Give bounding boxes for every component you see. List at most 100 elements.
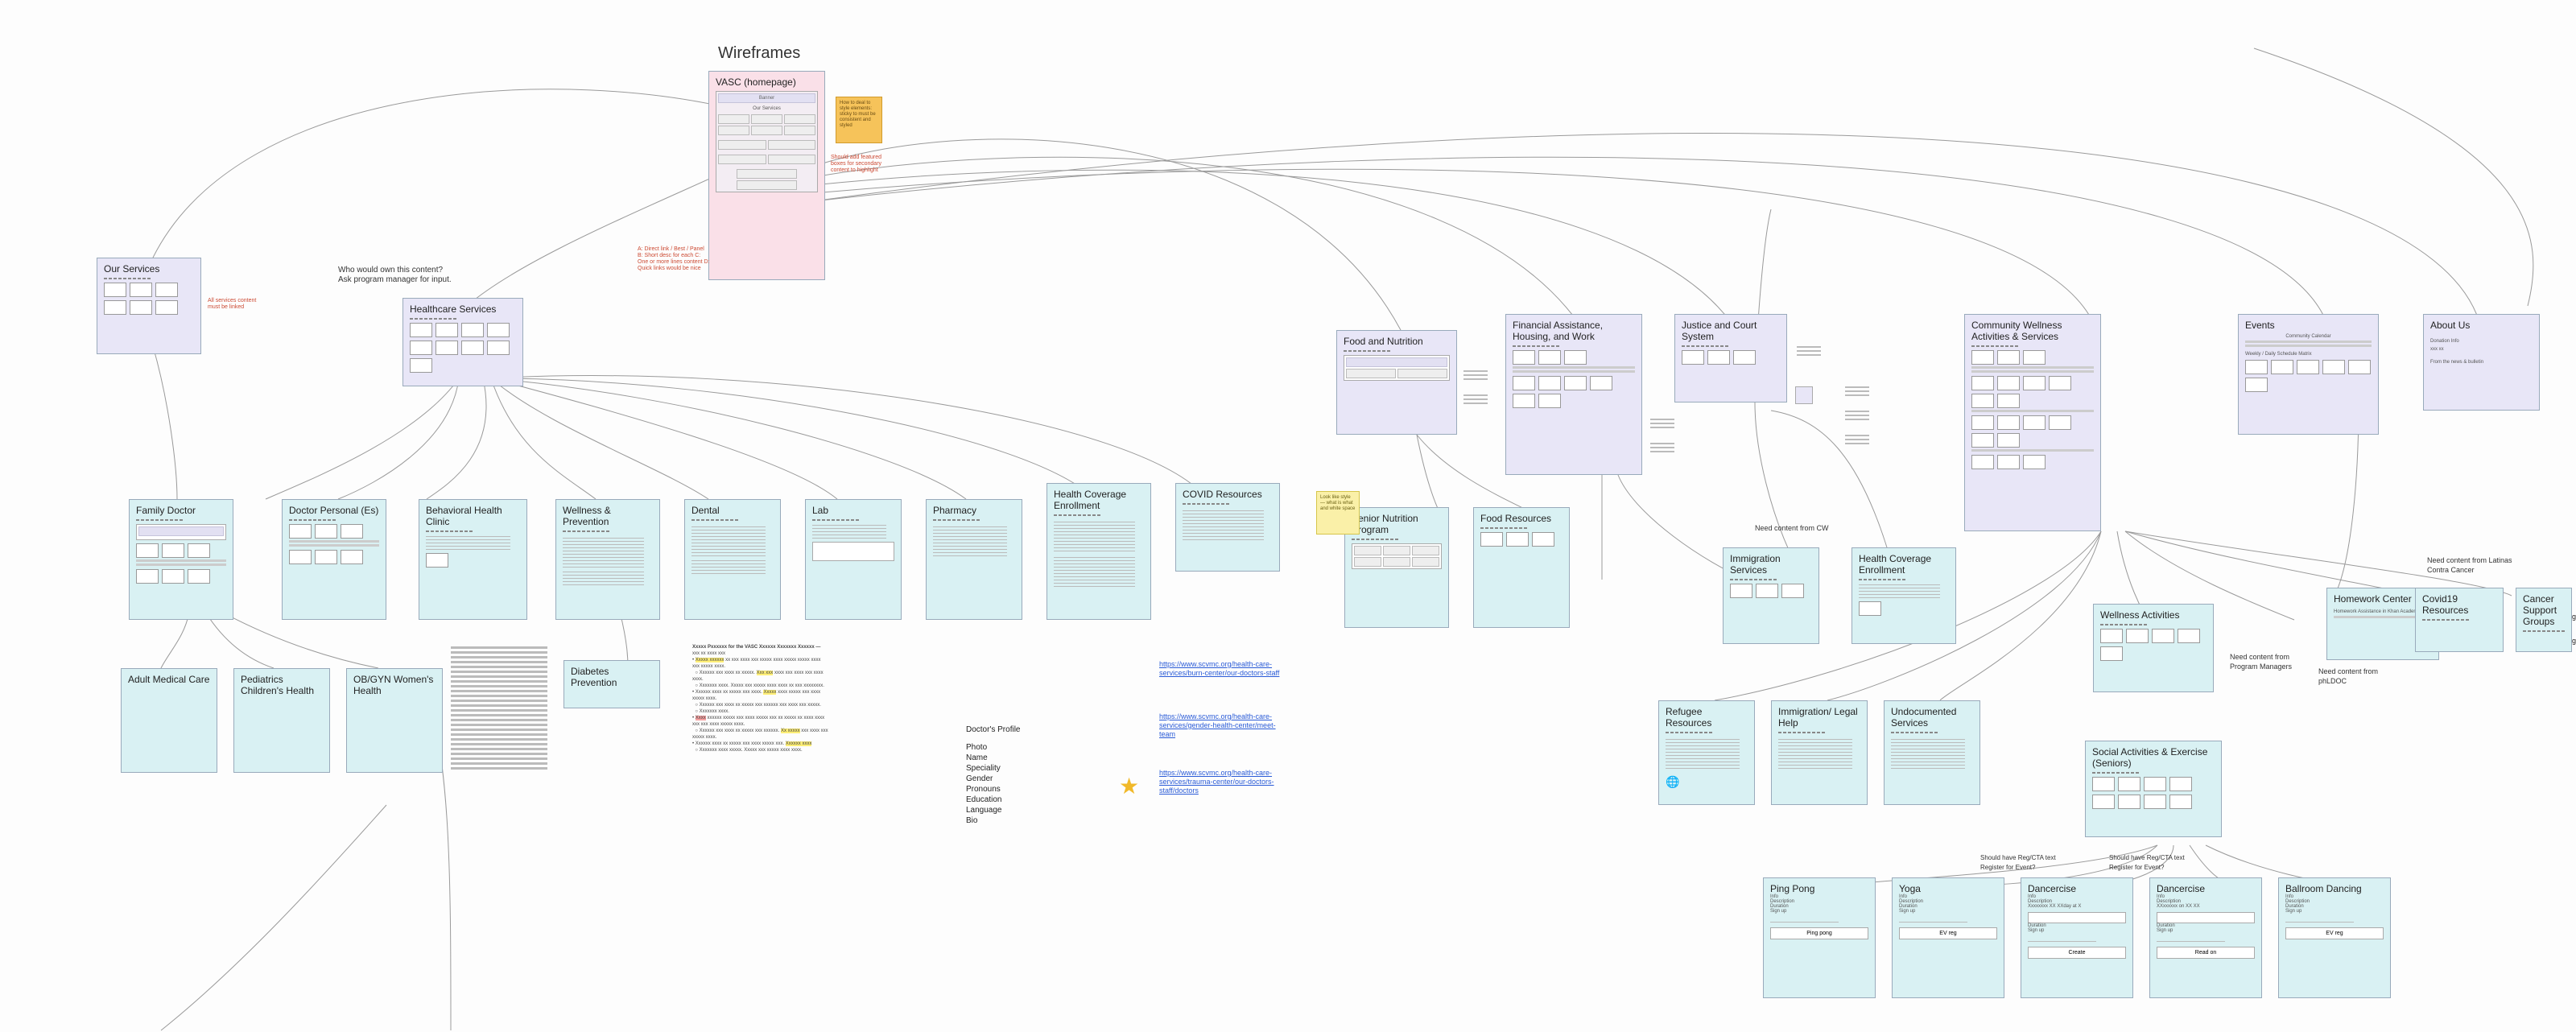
node-events[interactable]: Events Community Calendar Weekly / Daily… bbox=[2238, 314, 2379, 435]
dp-7: Bio bbox=[966, 815, 977, 826]
homepage-section: Our Services bbox=[718, 106, 815, 111]
node-title: Undocumented Services bbox=[1891, 706, 1973, 729]
bars-icon bbox=[1463, 370, 1488, 380]
sticky-yellow[interactable]: Look like style — what is what and white… bbox=[1316, 491, 1360, 535]
small-box bbox=[1795, 386, 1813, 404]
node-title: Pharmacy bbox=[933, 505, 1015, 516]
dp-5: Education bbox=[966, 795, 1001, 805]
node-title: Lab bbox=[812, 505, 894, 516]
homepage-banner: Banner bbox=[718, 93, 815, 103]
ext-link-3[interactable]: https://www.scvmc.org/health-care-servic… bbox=[1159, 769, 1288, 795]
node-title: Our Services bbox=[104, 263, 194, 275]
node-food-nutrition[interactable]: Food and Nutrition bbox=[1336, 330, 1457, 435]
node-health-cov[interactable]: Health Coverage Enrollment bbox=[1046, 483, 1151, 620]
bars-icon bbox=[1845, 411, 1869, 420]
node-pediatrics[interactable]: Pediatrics Children's Health bbox=[233, 668, 330, 773]
node-title: Ballroom Dancing bbox=[2285, 883, 2384, 894]
node-dental[interactable]: Dental bbox=[684, 499, 781, 620]
node-covid19[interactable]: Covid19 Resources bbox=[2415, 588, 2504, 652]
activity-button[interactable]: Ping pong bbox=[1770, 927, 1868, 939]
node-title: Ping Pong bbox=[1770, 883, 1868, 894]
node-title: Immigration/ Legal Help bbox=[1778, 706, 1860, 729]
node-behavioral[interactable]: Behavioral Health Clinic bbox=[419, 499, 527, 620]
dp-1: Name bbox=[966, 753, 988, 763]
node-title: Community Wellness Activities & Services bbox=[1971, 320, 2094, 342]
node-about[interactable]: About Us Donation Info xxx xx From the n… bbox=[2423, 314, 2540, 411]
node-activity[interactable]: YogaInfoDescriptionDurationSign upEV reg bbox=[1892, 877, 2004, 998]
doctor-profile-heading: Doctor's Profile bbox=[966, 724, 1021, 735]
node-diabetes[interactable]: Diabetes Prevention bbox=[564, 660, 660, 708]
node-title: Dancercise bbox=[2157, 883, 2255, 894]
homepage-title: VASC (homepage) bbox=[716, 76, 818, 88]
ext-link-1[interactable]: https://www.scvmc.org/health-care-servic… bbox=[1159, 660, 1288, 678]
node-title: Health Coverage Enrollment bbox=[1054, 489, 1144, 511]
node-undoc[interactable]: Undocumented Services bbox=[1884, 700, 1980, 805]
node-activity[interactable]: DancerciseInfoDescriptionXXxxxxxx on XX … bbox=[2149, 877, 2262, 998]
node-wellness-act[interactable]: Wellness Activities bbox=[2093, 604, 2214, 692]
node-title: Food Resources bbox=[1480, 513, 1563, 524]
node-title: Social Activities & Exercise (Seniors) bbox=[2092, 746, 2215, 769]
dp-2: Speciality bbox=[966, 763, 1001, 774]
annotation-homepage-bottom: A: Direct link / Best / Panel B: Short d… bbox=[638, 246, 710, 272]
node-food-res[interactable]: Food Resources bbox=[1473, 507, 1570, 628]
node-title: Diabetes Prevention bbox=[571, 666, 653, 688]
need-cw: Need content from CW bbox=[1755, 523, 1829, 533]
need-phdoc: Need content from phLDOC bbox=[2318, 667, 2399, 686]
node-lab[interactable]: Lab bbox=[805, 499, 902, 620]
node-healthcare[interactable]: Healthcare Services bbox=[402, 298, 523, 386]
node-family-doctor[interactable]: Family Doctor bbox=[129, 499, 233, 620]
node-senior-nut[interactable]: Senior Nutrition Program bbox=[1344, 507, 1449, 628]
bars-icon bbox=[1650, 443, 1674, 452]
activity-button[interactable]: Read on bbox=[2157, 947, 2255, 959]
node-social-act[interactable]: Social Activities & Exercise (Seniors) bbox=[2085, 741, 2222, 837]
node-fin-assist[interactable]: Financial Assistance, Housing, and Work bbox=[1505, 314, 1642, 475]
node-title: Health Coverage Enrollment bbox=[1859, 553, 1949, 576]
node-title: Food and Nutrition bbox=[1344, 336, 1450, 347]
doc-excerpt: Xxxxx Pxxxxxx for the VASC Xxxxxx Xxxxxx… bbox=[692, 644, 829, 753]
node-title: Financial Assistance, Housing, and Work bbox=[1513, 320, 1635, 342]
node-cancer[interactable]: Cancer Support Groups bbox=[2516, 588, 2572, 652]
sticky-orange[interactable]: How to deal to style elements: sticky to… bbox=[836, 97, 882, 143]
node-refugee[interactable]: Refugee Resources 🌐 bbox=[1658, 700, 1755, 805]
node-title: Yoga bbox=[1899, 883, 1997, 894]
anno-reg2: Should have Reg/CTA text Register for Ev… bbox=[2109, 853, 2198, 873]
homepage-wireframe[interactable]: VASC (homepage) Banner Our Services bbox=[708, 71, 825, 280]
node-title: Dental bbox=[691, 505, 774, 516]
dp-6: Language bbox=[966, 805, 1002, 815]
node-activity[interactable]: Ping PongInfoDescriptionDurationSign upP… bbox=[1763, 877, 1876, 998]
activity-button[interactable]: Create bbox=[2028, 947, 2126, 959]
activity-button[interactable]: EV reg bbox=[1899, 927, 1997, 939]
node-title: Events bbox=[2245, 320, 2372, 331]
node-our-services[interactable]: Our Services bbox=[97, 258, 201, 354]
node-doctor-personal[interactable]: Doctor Personal (Es) bbox=[282, 499, 386, 620]
node-health-cov2[interactable]: Health Coverage Enrollment bbox=[1852, 547, 1956, 644]
node-community-wellness[interactable]: Community Wellness Activities & Services bbox=[1964, 314, 2101, 531]
activity-button[interactable]: EV reg bbox=[2285, 927, 2384, 939]
node-justice[interactable]: Justice and Court System bbox=[1674, 314, 1787, 402]
dp-4: Pronouns bbox=[966, 784, 1001, 795]
node-obgyn[interactable]: OB/GYN Women's Health bbox=[346, 668, 443, 773]
node-title: Covid19 Resources bbox=[2422, 593, 2496, 616]
bars-icon bbox=[1463, 394, 1488, 404]
node-immig-legal[interactable]: Immigration/ Legal Help bbox=[1771, 700, 1868, 805]
annotation-homepage-right: Should add featured boxes for secondary … bbox=[831, 155, 895, 174]
ext-link-2[interactable]: https://www.scvmc.org/health-care-servic… bbox=[1159, 712, 1288, 739]
node-immig-svc[interactable]: Immigration Services bbox=[1723, 547, 1819, 644]
node-covid[interactable]: COVID Resources bbox=[1175, 483, 1280, 572]
node-title: Adult Medical Care bbox=[128, 674, 210, 685]
node-title: Wellness Activities bbox=[2100, 609, 2207, 621]
node-wellness-prev[interactable]: Wellness & Prevention bbox=[555, 499, 660, 620]
node-adult-med[interactable]: Adult Medical Care bbox=[121, 668, 217, 773]
node-title: Wellness & Prevention bbox=[563, 505, 653, 527]
node-activity[interactable]: DancerciseInfoDescriptionXxxxxxxx XX XXd… bbox=[2021, 877, 2133, 998]
node-activity[interactable]: Ballroom DancingInfoDescriptionDurationS… bbox=[2278, 877, 2391, 998]
node-title: Immigration Services bbox=[1730, 553, 1812, 576]
bars-icon bbox=[1650, 419, 1674, 428]
need-pm: Need content from Program Managers bbox=[2230, 652, 2310, 671]
events-cal: Community Calendar bbox=[2245, 334, 2372, 339]
node-title: Doctor Personal (Es) bbox=[289, 505, 379, 516]
node-pharmacy[interactable]: Pharmacy bbox=[926, 499, 1022, 620]
anno-reg1: Should have Reg/CTA text Register for Ev… bbox=[1980, 853, 2069, 873]
node-title: Refugee Resources bbox=[1666, 706, 1748, 729]
node-title: Justice and Court System bbox=[1682, 320, 1780, 342]
